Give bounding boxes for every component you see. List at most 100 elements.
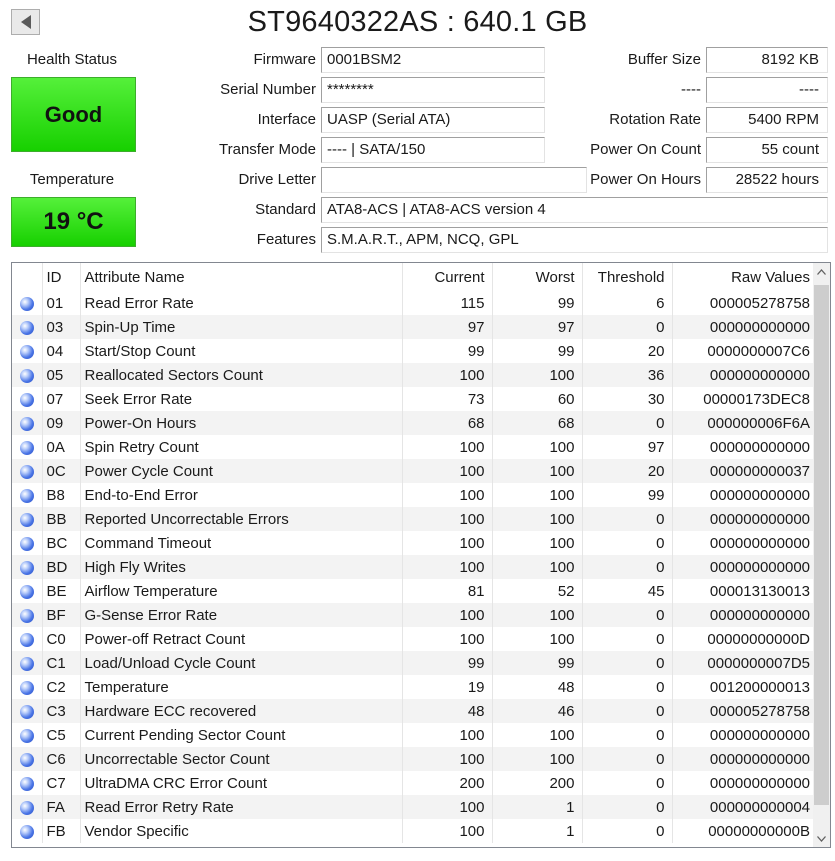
header-status[interactable] <box>12 263 42 291</box>
cell-threshold: 0 <box>581 723 672 747</box>
cell-threshold: 0 <box>581 507 672 531</box>
table-row[interactable]: BF G-Sense Error Rate 100 100 0 000000000000 <box>12 603 817 627</box>
table-row[interactable]: FA Read Error Retry Rate 100 1 0 000000000004 <box>12 795 817 819</box>
cell-current: 100 <box>401 627 492 651</box>
status-dot-icon <box>19 776 34 791</box>
cell-current: 100 <box>401 555 492 579</box>
table-row[interactable]: B8 End-to-End Error 100 100 99 000000000000 <box>12 483 817 507</box>
status-dot-icon <box>19 800 34 815</box>
scroll-up-icon[interactable] <box>813 263 830 280</box>
cell-id: C3 <box>41 699 80 723</box>
status-cell <box>12 459 42 483</box>
cell-attribute-name: G-Sense Error Rate <box>79 603 402 627</box>
scroll-down-icon[interactable] <box>813 830 830 847</box>
table-row[interactable]: BD High Fly Writes 100 100 0 000000000000 <box>12 555 817 579</box>
table-row[interactable]: 03 Spin-Up Time 97 97 0 000000000000 <box>12 315 817 339</box>
cell-id: 04 <box>41 339 80 363</box>
cell-threshold: 0 <box>581 675 672 699</box>
table-row[interactable]: C5 Current Pending Sector Count 100 100 0 000… <box>12 723 817 747</box>
cell-raw-values: 000000000000 <box>671 723 817 747</box>
table-row[interactable]: 07 Seek Error Rate 73 60 30 00000173DEC8 <box>12 387 817 411</box>
scroll-thumb[interactable] <box>814 285 829 805</box>
table-row[interactable]: C7 UltraDMA CRC Error Count 200 200 0 0000000… <box>12 771 817 795</box>
header-raw-values[interactable]: Raw Values <box>671 263 817 291</box>
cell-id: C5 <box>41 723 80 747</box>
cell-attribute-name: Current Pending Sector Count <box>79 723 402 747</box>
status-cell <box>12 795 42 819</box>
health-status-badge[interactable]: Good <box>11 77 136 152</box>
table-row[interactable]: C1 Load/Unload Cycle Count 99 99 0 0000000007… <box>12 651 817 675</box>
status-cell <box>12 699 42 723</box>
table-row[interactable]: BB Reported Uncorrectable Errors 100 100 0 00… <box>12 507 817 531</box>
cell-threshold: 6 <box>581 291 672 315</box>
status-cell <box>12 531 42 555</box>
power-on-hours-label: Power On Hours <box>590 171 701 188</box>
cell-current: 100 <box>401 507 492 531</box>
firmware-field: 0001BSM2 <box>321 47 545 73</box>
table-row[interactable]: 0C Power Cycle Count 100 100 20 000000000037 <box>12 459 817 483</box>
smart-attributes-table[interactable]: ID Attribute Name Current Worst Threshol… <box>11 262 831 848</box>
firmware-label: Firmware <box>253 51 317 68</box>
status-dot-icon <box>19 344 34 359</box>
cell-worst: 60 <box>491 387 582 411</box>
cell-id: C1 <box>41 651 80 675</box>
cell-attribute-name: Start/Stop Count <box>79 339 402 363</box>
cell-threshold: 0 <box>581 699 672 723</box>
cell-attribute-name: Read Error Rate <box>79 291 402 315</box>
cell-worst: 100 <box>491 723 582 747</box>
header-worst[interactable]: Worst <box>491 263 582 291</box>
cell-raw-values: 00000000000D <box>671 627 817 651</box>
cell-threshold: 0 <box>581 747 672 771</box>
table-row[interactable]: 01 Read Error Rate 115 99 6 000005278758 <box>12 291 817 315</box>
rotation-rate-field: 5400 RPM <box>706 107 828 133</box>
cell-worst: 100 <box>491 363 582 387</box>
transfer-mode-label: Transfer Mode <box>219 141 316 158</box>
table-row[interactable]: C6 Uncorrectable Sector Count 100 100 0 00000… <box>12 747 817 771</box>
cell-threshold: 0 <box>581 651 672 675</box>
cell-worst: 68 <box>491 411 582 435</box>
rotation-rate-label: Rotation Rate <box>609 111 701 128</box>
status-cell <box>12 555 42 579</box>
table-row[interactable]: C0 Power-off Retract Count 100 100 0 00000000… <box>12 627 817 651</box>
cell-current: 99 <box>401 651 492 675</box>
cell-current: 100 <box>401 747 492 771</box>
cell-worst: 99 <box>491 651 582 675</box>
drive-title: ST9640322AS : 640.1 GB <box>247 6 588 38</box>
transfer-mode-field: ---- | SATA/150 <box>321 137 545 163</box>
table-header-row: ID Attribute Name Current Worst Threshol… <box>12 263 817 291</box>
cell-raw-values: 000000000000 <box>671 363 817 387</box>
cell-attribute-name: Read Error Retry Rate <box>79 795 402 819</box>
cell-raw-values: 000000000004 <box>671 795 817 819</box>
cell-worst: 200 <box>491 771 582 795</box>
table-row[interactable]: BC Command Timeout 100 100 0 000000000000 <box>12 531 817 555</box>
cell-raw-values: 000000000000 <box>671 531 817 555</box>
cell-current: 100 <box>401 795 492 819</box>
table-row[interactable]: BE Airflow Temperature 81 52 45 000013130013 <box>12 579 817 603</box>
cell-id: 01 <box>41 291 80 315</box>
temperature-badge[interactable]: 19 °C <box>11 197 136 247</box>
header-current[interactable]: Current <box>401 263 492 291</box>
cell-id: FA <box>41 795 80 819</box>
table-row[interactable]: C2 Temperature 19 48 0 001200000013 <box>12 675 817 699</box>
status-cell <box>12 411 42 435</box>
header-id[interactable]: ID <box>41 263 80 291</box>
table-row[interactable]: 0A Spin Retry Count 100 100 97 000000000000 <box>12 435 817 459</box>
status-dot-icon <box>19 512 34 527</box>
table-row[interactable]: 04 Start/Stop Count 99 99 20 0000000007C6 <box>12 339 817 363</box>
cell-current: 97 <box>401 315 492 339</box>
status-dot-icon <box>19 416 34 431</box>
table-row[interactable]: 09 Power-On Hours 68 68 0 000000006F6A <box>12 411 817 435</box>
cell-worst: 100 <box>491 603 582 627</box>
buffer-size-field: 8192 KB <box>706 47 828 73</box>
header-threshold[interactable]: Threshold <box>581 263 672 291</box>
cell-current: 100 <box>401 483 492 507</box>
table-row[interactable]: 05 Reallocated Sectors Count 100 100 36 00000… <box>12 363 817 387</box>
vertical-scrollbar[interactable] <box>813 263 830 847</box>
cell-worst: 1 <box>491 819 582 843</box>
table-row[interactable]: FB Vendor Specific 100 1 0 00000000000B <box>12 819 817 843</box>
cell-attribute-name: High Fly Writes <box>79 555 402 579</box>
standard-field: ATA8-ACS | ATA8-ACS version 4 <box>321 197 828 223</box>
header-attribute-name[interactable]: Attribute Name <box>79 263 402 291</box>
table-row[interactable]: C3 Hardware ECC recovered 48 46 0 00000527875… <box>12 699 817 723</box>
cell-worst: 100 <box>491 627 582 651</box>
